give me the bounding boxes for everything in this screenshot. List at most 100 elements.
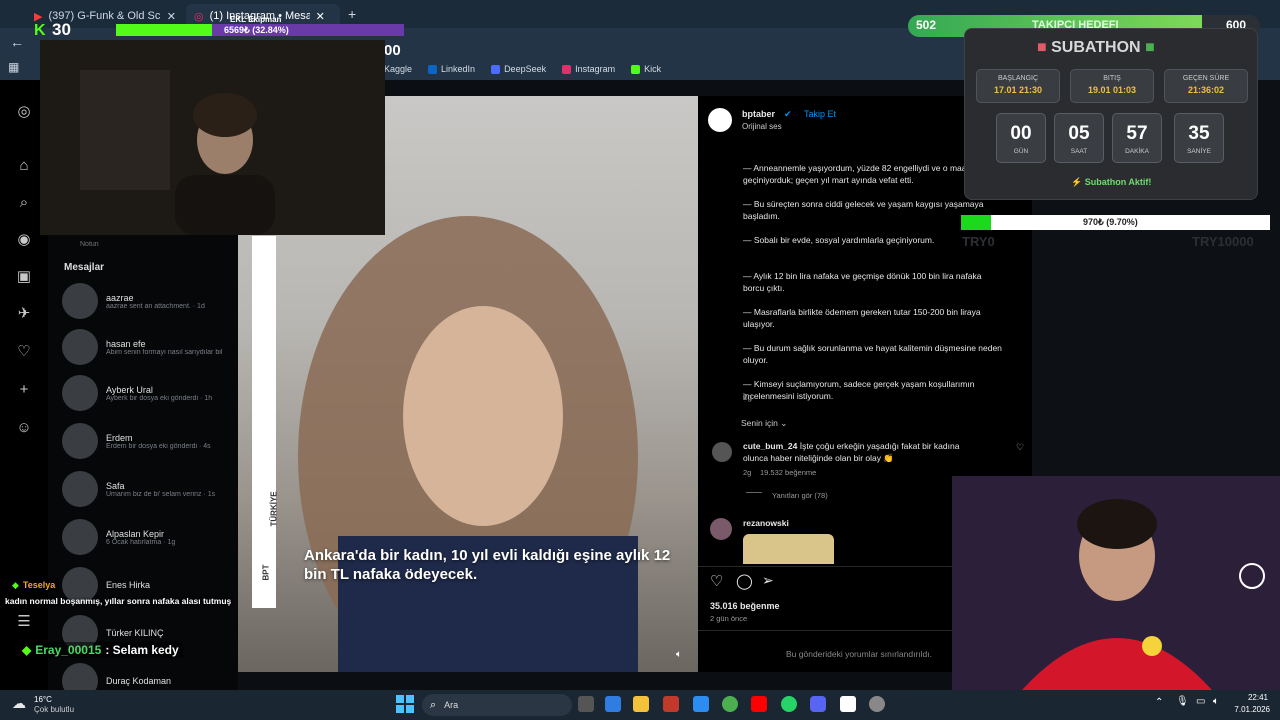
tray-chevron-icon[interactable]: ⌃	[1155, 697, 1163, 708]
chrome-icon[interactable]	[722, 696, 738, 712]
for-you-dropdown[interactable]: Senin için ⌄	[741, 418, 787, 429]
goal-current: 502	[916, 18, 937, 32]
volume-icon[interactable]: 🔈︎	[1213, 696, 1219, 707]
days-value: 00	[1010, 123, 1032, 144]
gamepad-icon: ■	[1145, 39, 1155, 56]
clock-date[interactable]: 7.01.2026	[1230, 705, 1270, 714]
conversation-name: aazrae	[106, 292, 134, 303]
weather-icon[interactable]: ☁	[12, 695, 26, 712]
conversation-preview: Abim senin formayı nasıl sarıydılar bil	[106, 348, 223, 356]
back-icon[interactable]: ←	[10, 34, 24, 50]
microphone-icon[interactable]: 🎙︎	[1176, 696, 1189, 707]
conversation-item[interactable]: Erdem Erdem bir dosya eki gönderdi · 4s	[62, 420, 238, 462]
discord-icon[interactable]	[810, 696, 826, 712]
start-value: 17.01 21:30	[993, 85, 1043, 95]
follow-button[interactable]: Takip Et	[804, 109, 836, 119]
donation-max: TRY10000	[1192, 234, 1254, 249]
messages-icon[interactable]: ✈	[14, 304, 34, 324]
like-count[interactable]: 35.016 beğenme	[710, 601, 780, 611]
conversation-item[interactable]: Alpaslan Kepir 6 Ocak hatırlatma · 1g	[62, 516, 238, 558]
comments-restricted: Bu gönderideki yorumlar sınırlandırıldı.	[786, 649, 932, 659]
instagram-logo-icon[interactable]: ◎	[14, 102, 34, 122]
subathon-status: ⚡ Subathon Aktif!	[1071, 177, 1152, 187]
heart-icon[interactable]: ♡	[710, 572, 723, 590]
conversation-name: Erdem	[106, 432, 133, 443]
account-name[interactable]: bptaber	[742, 109, 775, 119]
bookmark-linkedin[interactable]: LinkedIn	[428, 64, 475, 74]
avatar	[62, 471, 98, 507]
clock-time[interactable]: 22:41	[1238, 693, 1268, 702]
conversation-preview: 6 Ocak hatırlatma · 1g	[106, 538, 176, 546]
youtube-icon[interactable]	[751, 696, 767, 712]
post-text-line: — Bu durum sağlık sorunlanma ve hayat ka…	[743, 343, 1002, 365]
bookmark-label: Kaggle	[384, 64, 413, 74]
minutes-label: DAKİKA	[1125, 148, 1149, 155]
conversation-item[interactable]: Safa Umarım biz de bi' selam veririz · 1s	[62, 468, 238, 510]
kick-icon	[631, 64, 641, 74]
end-label: BITIŞ	[1103, 75, 1121, 82]
avatar[interactable]	[710, 518, 732, 540]
notes-label: Notun	[80, 241, 99, 248]
chat-message: ◆ Teselya	[8, 578, 60, 592]
profile-icon[interactable]: ☺	[14, 418, 34, 438]
comment-likes[interactable]: 19.532 beğenme	[760, 468, 816, 477]
apps-grid-icon[interactable]: ▦	[8, 60, 19, 74]
avatar[interactable]	[712, 442, 732, 462]
webcam-top	[40, 40, 385, 235]
avatar	[62, 283, 98, 319]
divider	[746, 492, 762, 493]
conversation-preview: Erdem bir dosya eki gönderdi · 4s	[106, 442, 211, 450]
create-icon[interactable]: +	[14, 380, 34, 400]
seconds-label: SANİYE	[1187, 148, 1211, 155]
video-caption: Ankara'da bir kadın, 10 yıl evli kaldığı…	[304, 547, 671, 583]
copilot-icon[interactable]	[605, 696, 621, 712]
bookmark-instagram[interactable]: Instagram	[562, 64, 615, 74]
avatar[interactable]	[708, 108, 732, 132]
view-replies[interactable]: Yanıtları gör (78)	[772, 491, 828, 500]
whatsapp-icon[interactable]	[781, 696, 797, 712]
app-icon[interactable]	[840, 696, 856, 712]
comment-user[interactable]: rezanowski	[743, 518, 789, 528]
comment-user[interactable]: cute_bum_24	[743, 441, 797, 451]
menu-icon[interactable]: ☰	[14, 612, 34, 632]
comment-icon[interactable]: ◯	[736, 572, 753, 590]
heart-icon[interactable]: ♡	[1016, 442, 1024, 453]
app-icon[interactable]	[663, 696, 679, 712]
inbox-title: Mesajlar	[64, 262, 105, 273]
webcam-bottom	[952, 476, 1280, 690]
seconds-box: 35 SANİYE	[1174, 113, 1224, 163]
conversation-preview: Umarım biz de bi' selam veririz · 1s	[106, 490, 216, 498]
hours-label: SAAT	[1070, 148, 1088, 155]
search-icon[interactable]: ⌕	[14, 193, 34, 213]
post-text-line: — Kimseyi suçlamıyorum, sadece gerçek ya…	[743, 379, 975, 401]
home-icon[interactable]: ⌂	[14, 156, 34, 176]
bookmark-kick[interactable]: Kick	[631, 64, 661, 74]
elapsed-label: GEÇEN SÜRE	[1182, 75, 1230, 82]
heart-icon[interactable]: ♡	[14, 342, 34, 362]
conversation-item[interactable]: aazrae aazrae sent an attachment. · 1d	[62, 280, 238, 322]
conversation-preview: Ayberk bir dosya eki gönderdi · 1h	[106, 394, 213, 402]
minutes-box: 57 DAKİKA	[1112, 113, 1162, 163]
windows-start-icon[interactable]	[396, 695, 414, 713]
explore-icon[interactable]: ◉	[14, 230, 34, 250]
bookmark-deepseek[interactable]: DeepSeek	[491, 64, 546, 74]
explorer-icon[interactable]	[633, 696, 649, 712]
volume-icon[interactable]: 🔈︎	[676, 649, 682, 660]
bookmark-kaggle[interactable]: Kaggle	[384, 64, 412, 74]
conversation-preview: aazrae sent an attachment. · 1d	[106, 302, 205, 310]
webcam-frame	[40, 40, 385, 235]
app-icon[interactable]	[869, 696, 885, 712]
share-icon[interactable]: ➢	[762, 572, 774, 589]
conversation-item[interactable]: hasan efe Abim senin formayı nasıl sarıyd…	[62, 326, 238, 368]
search-box[interactable]: ⌕ Ara	[422, 694, 572, 716]
taskview-icon[interactable]	[578, 696, 594, 712]
subathon-title: ■ SUBATHON ■	[1037, 39, 1155, 57]
avatar	[62, 423, 98, 459]
brand-sidebar: TÜRKİYE BPT	[252, 236, 279, 608]
store-icon[interactable]	[693, 696, 709, 712]
network-icon[interactable]: ▭	[1196, 696, 1205, 707]
reels-icon[interactable]: ▣	[14, 267, 34, 287]
audio-label[interactable]: Orijinal ses	[742, 122, 782, 131]
conversation-item[interactable]: Ayberk Ural Ayberk bir dosya eki gönderdi…	[62, 372, 238, 414]
comment-age: 2g	[743, 468, 752, 477]
